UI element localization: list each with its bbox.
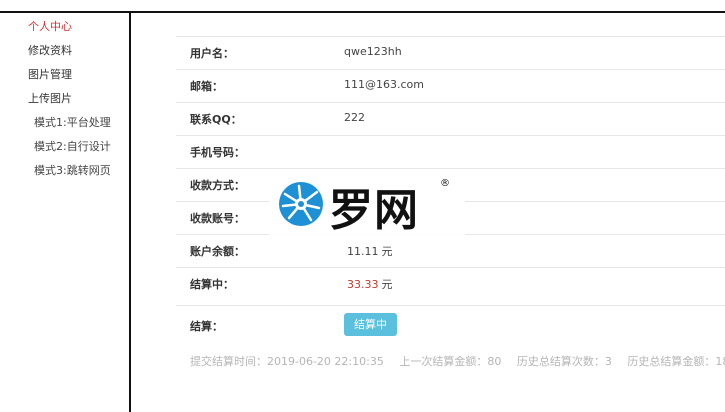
watermark-registered-mark: ®	[440, 178, 450, 189]
submit-time-text: 提交结算时间：2019-06-20 22:10:35	[190, 355, 384, 368]
total-count-text: 历史总结算次数：3	[516, 355, 612, 368]
qq-label: 联系QQ：	[190, 113, 242, 126]
settling-label: 结算中：	[190, 278, 234, 291]
balance-label: 账户余额：	[190, 245, 245, 258]
watermark: 罗网 ®	[269, 170, 465, 240]
payment-method-label: 收款方式：	[190, 179, 245, 192]
sidebar-item-edit-profile[interactable]: 修改资料	[28, 42, 72, 58]
spider-logo-icon	[279, 182, 323, 226]
phone-row: 手机号码：	[176, 135, 725, 168]
settle-row: 结算： 结算中	[176, 305, 725, 342]
settling-value-group: 33.33 元	[347, 276, 393, 292]
watermark-text: 罗网	[329, 185, 419, 236]
email-value: 111@163.com	[344, 78, 424, 91]
sidebar-item-mode-3[interactable]: 模式3:跳转网页	[34, 162, 111, 178]
sidebar-item-profile-center[interactable]: 个人中心	[28, 18, 72, 34]
username-value: qwe123hh	[344, 45, 402, 58]
settlement-history: 提交结算时间：2019-06-20 22:10:35 上一次结算金额：80 历史…	[190, 353, 725, 369]
username-label: 用户名：	[190, 47, 234, 60]
total-amount-text: 历史总结算金额：189	[627, 355, 725, 368]
username-row: 用户名： qwe123hh	[176, 36, 725, 69]
balance-value-group: 11.11 元	[347, 243, 393, 259]
balance-value: 11.11	[347, 245, 379, 258]
last-amount-text: 上一次结算金额：80	[399, 355, 502, 368]
sidebar-item-upload-image[interactable]: 上传图片	[28, 90, 72, 106]
balance-unit: 元	[381, 245, 393, 258]
settling-row: 结算中： 33.33 元	[176, 267, 725, 300]
sidebar-item-mode-2[interactable]: 模式2:自行设计	[34, 138, 111, 154]
qq-value: 222	[344, 111, 365, 124]
sidebar-item-mode-1[interactable]: 模式1:平台处理	[34, 114, 111, 130]
sidebar: 个人中心 修改资料 图片管理 上传图片 模式1:平台处理 模式2:自行设计 模式…	[0, 13, 129, 412]
qq-row: 联系QQ： 222	[176, 102, 725, 135]
email-label: 邮箱：	[190, 80, 223, 93]
settle-label: 结算：	[190, 320, 223, 333]
settle-button[interactable]: 结算中	[344, 313, 397, 336]
sidebar-item-image-management[interactable]: 图片管理	[28, 66, 72, 82]
phone-label: 手机号码：	[190, 146, 245, 159]
payment-account-label: 收款账号：	[190, 212, 245, 225]
email-row: 邮箱： 111@163.com	[176, 69, 725, 102]
settling-value: 33.33	[347, 278, 379, 291]
settling-unit: 元	[381, 278, 393, 291]
